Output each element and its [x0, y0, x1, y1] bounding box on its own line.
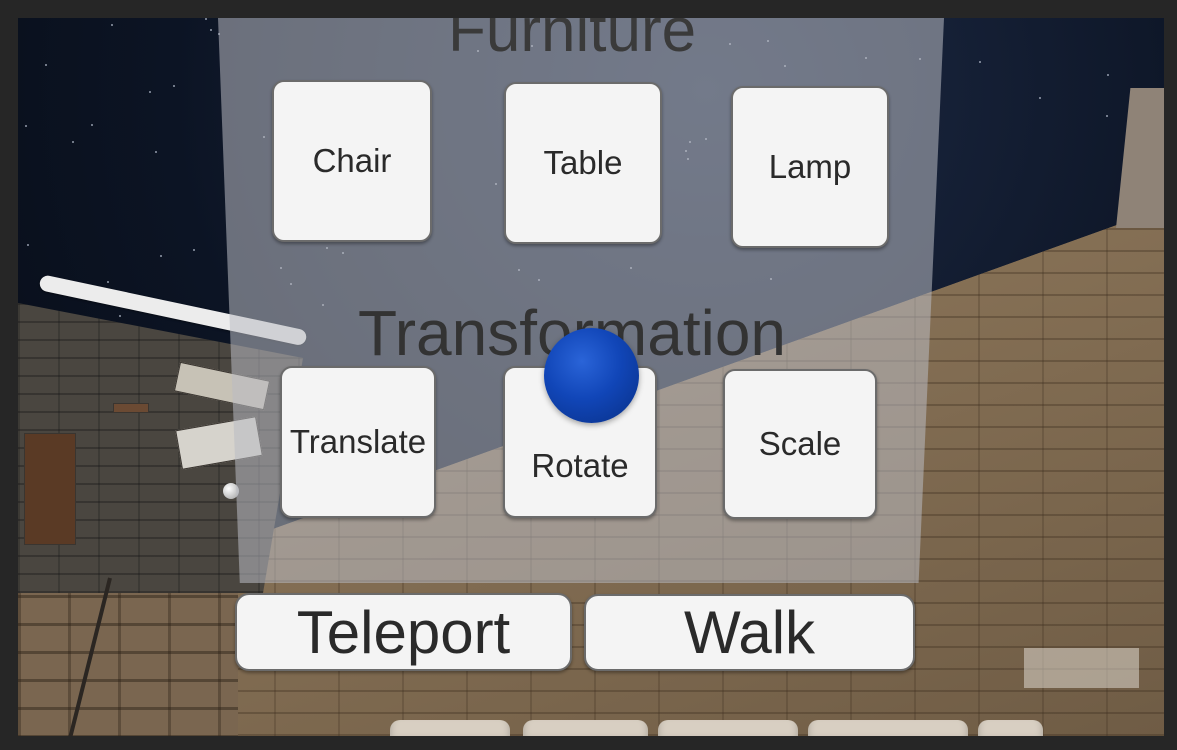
star: [205, 18, 207, 20]
star: [210, 29, 212, 31]
sofa-cushion: [523, 720, 648, 736]
scale-button[interactable]: Scale: [723, 369, 877, 519]
star: [1107, 74, 1109, 76]
chair-button[interactable]: Chair: [272, 80, 432, 242]
star: [979, 61, 981, 63]
star: [160, 255, 162, 257]
sofa-cushion: [978, 720, 1043, 736]
star: [1039, 97, 1041, 99]
vr-viewport: Furniture Chair Table Lamp Transformatio…: [18, 18, 1164, 736]
star: [107, 281, 109, 283]
minimap-bed: [24, 433, 76, 545]
stone-floor-lower: [18, 568, 238, 736]
star: [91, 124, 93, 126]
star: [1106, 115, 1108, 117]
star: [111, 24, 113, 26]
star: [25, 125, 27, 127]
pointer-cursor-sphere: [544, 328, 639, 423]
star: [149, 91, 151, 93]
translate-button[interactable]: Translate: [280, 366, 436, 518]
star: [155, 151, 157, 153]
walk-button[interactable]: Walk: [584, 594, 915, 671]
star: [45, 64, 47, 66]
sofa-cushion: [658, 720, 798, 736]
star: [27, 244, 29, 246]
star: [193, 249, 195, 251]
star: [173, 85, 175, 87]
sofa-cushion: [390, 720, 510, 736]
teleport-button[interactable]: Teleport: [235, 593, 572, 671]
lamp-button[interactable]: Lamp: [731, 86, 889, 248]
sofa-cushion: [808, 720, 968, 736]
corner-wall: [1116, 88, 1164, 228]
minimap-shelf: [113, 403, 149, 413]
furniture-section-title: Furniture: [448, 18, 697, 65]
star: [72, 141, 74, 143]
floor-tile: [1024, 648, 1139, 688]
table-button[interactable]: Table: [504, 82, 662, 244]
star: [119, 315, 121, 317]
